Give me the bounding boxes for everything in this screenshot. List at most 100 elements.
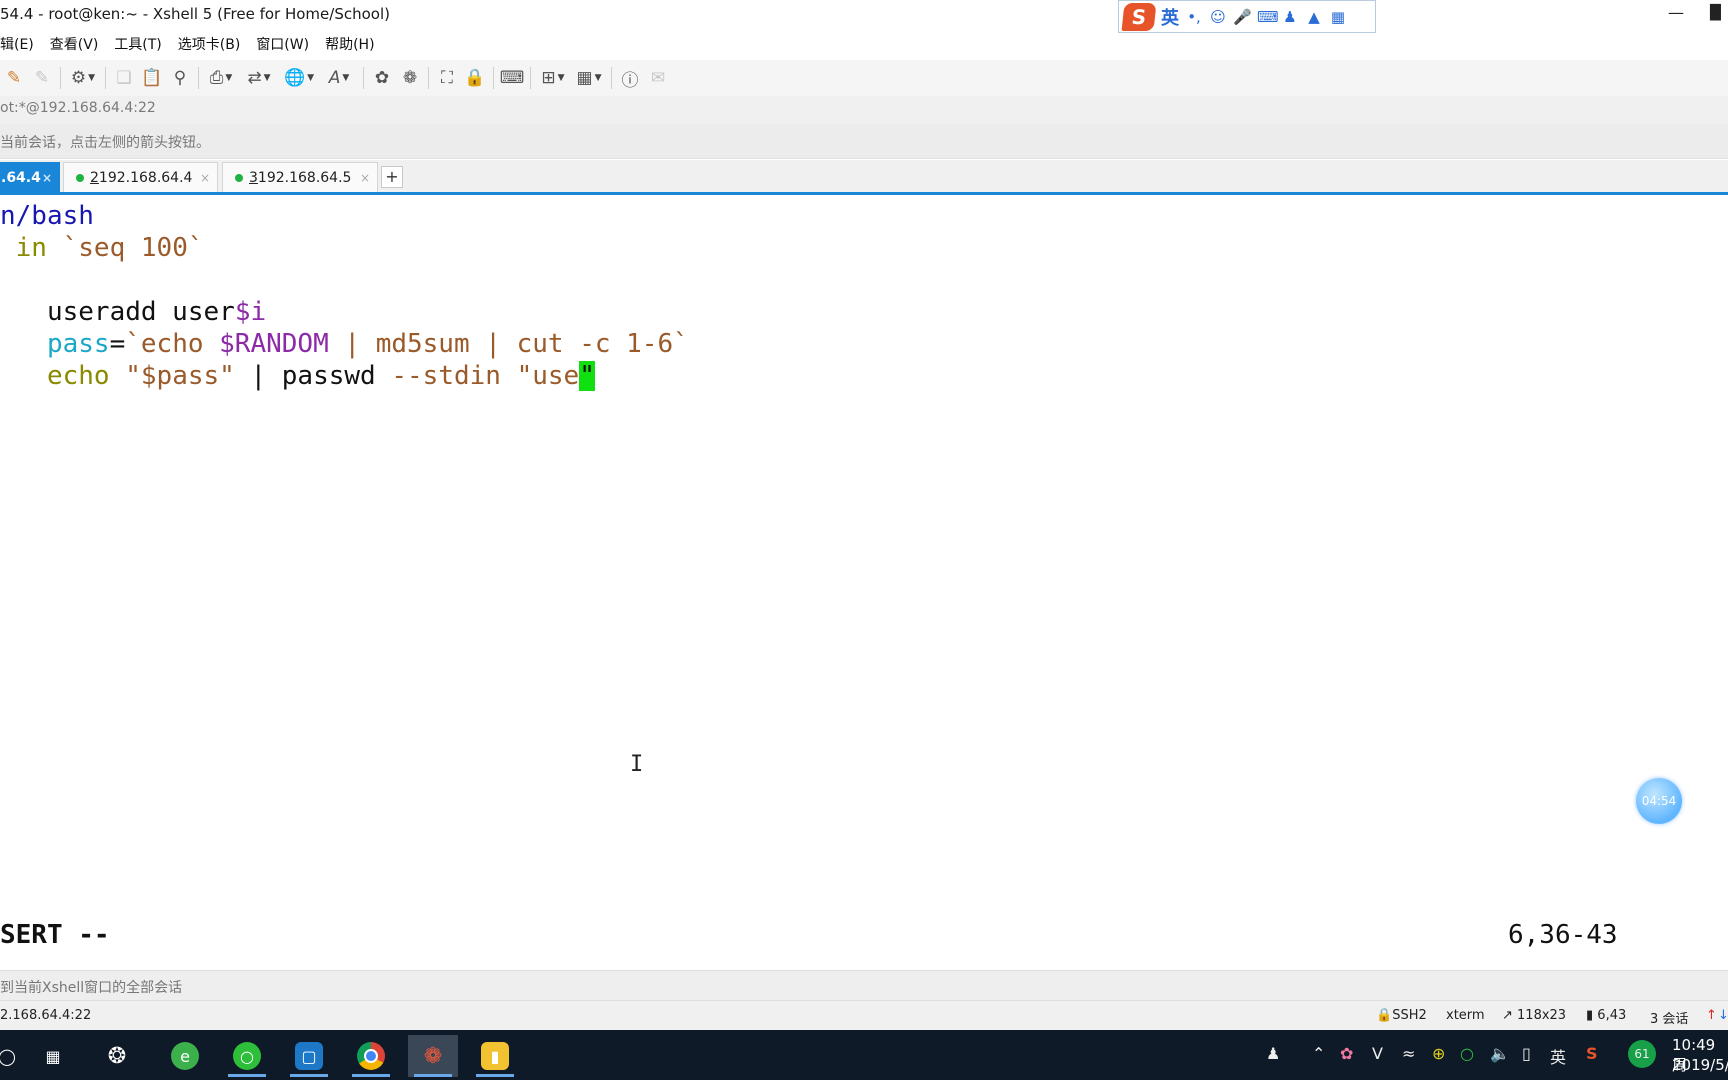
for-in-text: in bbox=[0, 233, 63, 263]
terminal-line-1: n/bash bbox=[0, 200, 94, 232]
status-sessions: 3 会话 bbox=[1650, 1012, 1689, 1027]
clock-date[interactable]: 2019/5/ bbox=[1672, 1056, 1728, 1074]
passwd-text: | passwd bbox=[234, 361, 392, 391]
vim-mode-indicator: SERT -- bbox=[0, 920, 110, 950]
ie-browser-icon[interactable]: e bbox=[160, 1035, 210, 1077]
sogou-logo-icon[interactable]: S bbox=[1121, 2, 1157, 31]
battery-badge[interactable]: 61 bbox=[1628, 1040, 1656, 1068]
menu-view[interactable]: 查看(V) bbox=[42, 34, 107, 54]
disconnect-icon[interactable]: ✎ bbox=[28, 65, 56, 91]
people-icon[interactable]: ♟ bbox=[1266, 1044, 1280, 1063]
title-bar: 54.4 - root@ken:~ - Xshell 5 (Free for H… bbox=[0, 0, 1728, 28]
terminal-line-4: useradd user$i bbox=[0, 296, 266, 328]
find-icon[interactable]: ⚲ bbox=[166, 65, 194, 91]
vim-cursor-position: 6,36-43 bbox=[1508, 920, 1618, 950]
copy-icon[interactable]: ❏ bbox=[110, 65, 138, 91]
print-icon[interactable]: ⎙ ▼ bbox=[203, 65, 239, 91]
shebang-text: n/bash bbox=[0, 201, 94, 231]
pass-var-text: pass bbox=[0, 329, 110, 359]
menu-window[interactable]: 窗口(W) bbox=[248, 34, 317, 54]
address-bar[interactable]: ot:*@192.168.64.4:22 bbox=[0, 96, 1728, 125]
xftp-icon[interactable]: ✿ bbox=[368, 65, 396, 91]
upload-arrow-icon: ↑ bbox=[1706, 1008, 1717, 1023]
terminal-line-6: echo "$pass" | passwd --stdin "use" bbox=[0, 360, 595, 392]
sogou-tray-icon[interactable]: S bbox=[1586, 1044, 1598, 1063]
pencil-icon[interactable]: ✎ bbox=[0, 65, 28, 91]
emoji-icon[interactable]: ☺ bbox=[1209, 8, 1227, 26]
message-icon[interactable]: ✉ bbox=[644, 65, 672, 91]
tab-session-2[interactable]: 2 192.168.64.4 × bbox=[63, 162, 218, 192]
ime-toolbar[interactable]: S 英 •, ☺ 🎤 ⌨ ♟ ▲ ▦ bbox=[1118, 0, 1376, 33]
new-tab-icon[interactable]: ⊞ ▼ bbox=[535, 65, 571, 91]
menu-help[interactable]: 帮助(H) bbox=[317, 34, 382, 54]
compose-bar[interactable]: 到当前Xshell窗口的全部会话 bbox=[0, 970, 1728, 1001]
transfer-icon[interactable]: ⇄ ▼ bbox=[239, 65, 279, 91]
md5sum-text: | md5sum | cut bbox=[328, 329, 580, 359]
tab-close-icon[interactable]: × bbox=[42, 171, 52, 185]
wechat-tray-icon[interactable]: ○ bbox=[1460, 1044, 1474, 1063]
task-view-icon[interactable]: ▦ bbox=[28, 1035, 78, 1077]
new-tab-button[interactable]: + bbox=[381, 166, 403, 188]
wechat-icon[interactable]: ○ bbox=[222, 1035, 272, 1077]
terminal-line-2: in `seq 100` bbox=[0, 232, 204, 264]
keyboard-icon[interactable]: ⌨ bbox=[498, 65, 526, 91]
status-bar: 2.168.64.4:22 🔒SSH2 xterm ↗ 118x23 ▮ 6,4… bbox=[0, 1000, 1728, 1031]
layout-icon[interactable]: ▦ ▼ bbox=[571, 65, 607, 91]
windows-taskbar: ◯ ▦ ❂ e ○ ▢ ❁ ▮ ♟ ⌃ ✿ V ≈ ⊕ ○ 🔈 ▯ 英 S 61… bbox=[0, 1030, 1728, 1080]
protocol-text: SSH2 bbox=[1392, 1008, 1427, 1023]
status-size: ↗ 118x23 bbox=[1502, 1008, 1566, 1023]
skin-icon[interactable]: ▲ bbox=[1305, 8, 1323, 26]
pinwheel-app-icon[interactable]: ❂ bbox=[92, 1035, 142, 1077]
menu-edit[interactable]: 辑(E) bbox=[0, 34, 42, 54]
tab-session-3[interactable]: 3 192.168.64.5 × bbox=[222, 162, 378, 192]
ibeam-cursor-icon: I bbox=[630, 752, 644, 777]
close-button[interactable]: █ bbox=[1710, 2, 1728, 24]
vim-tray-icon[interactable]: V bbox=[1372, 1044, 1383, 1063]
tab-close-icon[interactable]: × bbox=[200, 171, 210, 185]
paste-icon[interactable]: 📋 bbox=[138, 65, 166, 91]
lock-icon[interactable]: 🔒 bbox=[461, 65, 489, 91]
battery-status-icon[interactable]: ▯ bbox=[1522, 1044, 1531, 1063]
menu-tabs[interactable]: 选项卡(B) bbox=[170, 34, 249, 54]
menu-tools[interactable]: 工具(T) bbox=[106, 34, 169, 54]
fullscreen-icon[interactable]: ⛶ bbox=[433, 65, 461, 91]
file-explorer-icon[interactable]: ▮ bbox=[470, 1035, 520, 1077]
connected-status-icon bbox=[235, 173, 243, 182]
tab-session-1[interactable]: .64.4 × bbox=[0, 162, 60, 192]
globe-icon[interactable]: 🌐 ▼ bbox=[279, 65, 319, 91]
flower-tray-icon[interactable]: ✿ bbox=[1340, 1044, 1353, 1063]
volume-icon[interactable]: 🔈 bbox=[1490, 1044, 1510, 1063]
size-text: 118x23 bbox=[1517, 1008, 1567, 1023]
font-icon[interactable]: A ▼ bbox=[319, 65, 359, 91]
toolbox-icon[interactable]: ▦ bbox=[1329, 8, 1347, 26]
menu-bar: 辑(E) 查看(V) 工具(T) 选项卡(B) 窗口(W) 帮助(H) bbox=[0, 30, 383, 58]
user-icon[interactable]: ♟ bbox=[1281, 8, 1299, 26]
virtualbox-icon[interactable]: ▢ bbox=[284, 1035, 334, 1077]
tab-label: 192.168.64.5 bbox=[257, 169, 352, 186]
text-cursor: " bbox=[579, 361, 595, 391]
recording-timer[interactable]: 04:54 bbox=[1636, 778, 1682, 824]
xshell-taskbar-icon[interactable]: ❁ bbox=[408, 1035, 458, 1077]
tray-language[interactable]: 英 bbox=[1550, 1044, 1566, 1068]
terminal-line-5: pass=`echo $RANDOM | md5sum | cut -c 1-6… bbox=[0, 328, 689, 360]
keyboard-icon[interactable]: ⌨ bbox=[1257, 8, 1279, 26]
punctuation-icon[interactable]: •, bbox=[1185, 8, 1203, 26]
terminal-area[interactable]: n/bash in `seq 100` useradd user$i pass=… bbox=[0, 195, 1728, 970]
echo-text: `echo bbox=[125, 329, 220, 359]
xshell-icon[interactable]: ❁ bbox=[396, 65, 424, 91]
connected-status-icon bbox=[76, 173, 84, 182]
ime-language[interactable]: 英 bbox=[1161, 4, 1179, 30]
tray-expand-icon[interactable]: ⌃ bbox=[1312, 1044, 1325, 1063]
microphone-icon[interactable]: 🎤 bbox=[1233, 8, 1252, 26]
properties-icon[interactable]: ⚙ ▼ bbox=[65, 65, 101, 91]
minimize-button[interactable]: — bbox=[1664, 2, 1688, 24]
plus-tray-icon[interactable]: ⊕ bbox=[1432, 1044, 1445, 1063]
var-i-text: $i bbox=[234, 297, 267, 327]
wifi-icon[interactable]: ≈ bbox=[1402, 1044, 1415, 1063]
cursor-pos-icon: ▮ bbox=[1586, 1008, 1598, 1023]
tab-close-icon[interactable]: × bbox=[360, 171, 370, 185]
chrome-icon[interactable] bbox=[346, 1035, 396, 1077]
help-icon[interactable]: ⓘ bbox=[616, 65, 644, 91]
lock-icon: 🔒 bbox=[1376, 1008, 1393, 1023]
status-protocol: 🔒SSH2 bbox=[1376, 1008, 1427, 1023]
